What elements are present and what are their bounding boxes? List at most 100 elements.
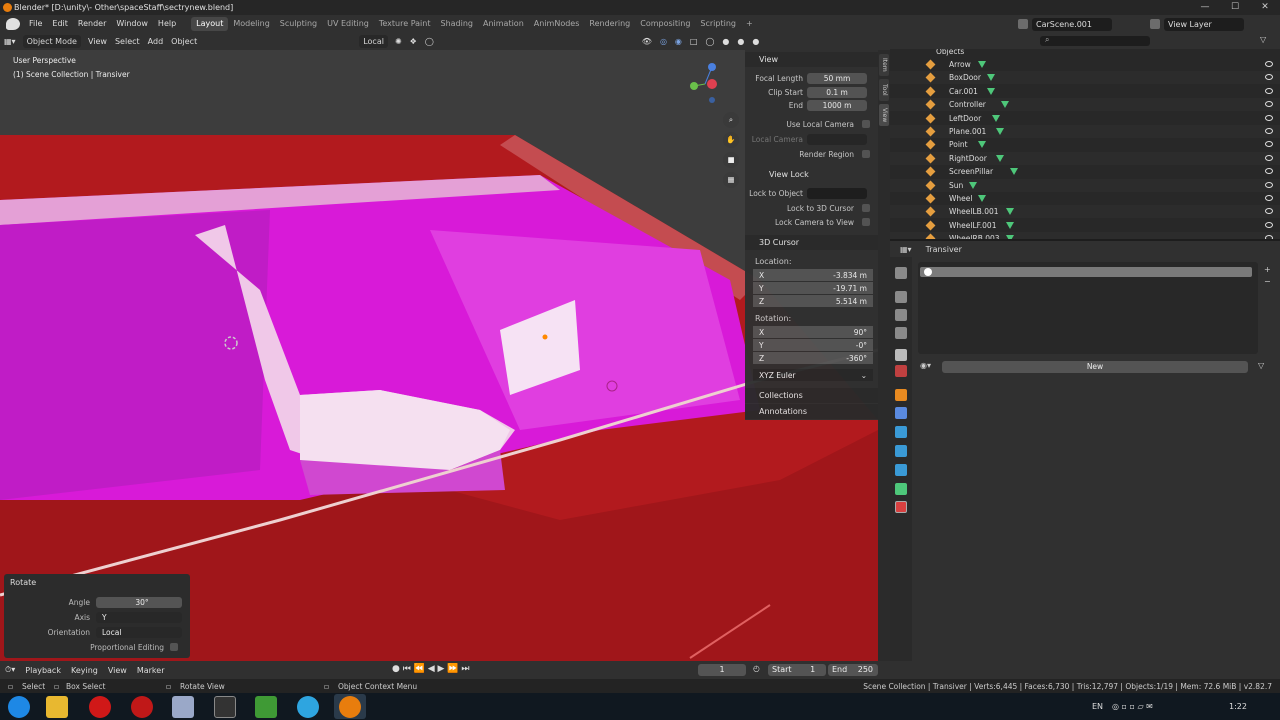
- end-frame-field[interactable]: End 250: [828, 664, 878, 676]
- current-frame-field[interactable]: 1: [698, 664, 746, 676]
- axis-dropdown[interactable]: Y: [96, 611, 182, 623]
- visibility-eye-icon[interactable]: [1265, 87, 1273, 94]
- material-tab-icon[interactable]: [895, 501, 907, 513]
- orientation-dropdown[interactable]: Local: [359, 35, 388, 48]
- outliner-item[interactable]: WheelLF.001: [890, 219, 1280, 232]
- local-camera-field[interactable]: [807, 133, 867, 145]
- clock[interactable]: 1:22: [1229, 702, 1247, 711]
- shading-solid-icon[interactable]: ●: [718, 35, 733, 49]
- editor-type-icon[interactable]: ▦▾: [0, 35, 20, 49]
- filter-icon[interactable]: ▽: [1258, 361, 1264, 370]
- material-slot[interactable]: [920, 267, 1252, 277]
- outliner-item[interactable]: Controller: [890, 98, 1280, 112]
- use-local-camera-checkbox[interactable]: [862, 120, 870, 128]
- orientation-field[interactable]: Local: [96, 626, 182, 638]
- outliner-item[interactable]: WheelRB.003: [890, 232, 1280, 239]
- zoom-icon[interactable]: ⌕: [723, 112, 739, 128]
- outliner-item[interactable]: Point: [890, 138, 1280, 151]
- document-icon[interactable]: [255, 696, 277, 718]
- browse-material-icon[interactable]: ◉▾: [920, 361, 938, 373]
- telegram-icon[interactable]: [297, 696, 319, 718]
- menu-edit[interactable]: Edit: [47, 15, 73, 33]
- start-frame-field[interactable]: Start 1: [768, 664, 826, 676]
- rotation-mode-dropdown[interactable]: XYZ Euler ⌄: [753, 369, 873, 381]
- constraints-tab-icon[interactable]: [895, 464, 907, 476]
- visibility-eye-icon[interactable]: [1265, 128, 1273, 134]
- outliner-item[interactable]: Car.001: [890, 85, 1280, 98]
- outliner-item[interactable]: Plane.001: [890, 125, 1280, 138]
- clapper-icon[interactable]: [214, 696, 236, 718]
- scene-tab-icon[interactable]: [895, 349, 907, 361]
- tool-tab-icon[interactable]: [895, 267, 907, 279]
- visibility-eye-icon[interactable]: [1265, 114, 1273, 121]
- properties-editor-icon[interactable]: ▦▾: [900, 245, 912, 254]
- cursor-location-x[interactable]: X -3.834 m: [753, 269, 873, 281]
- render-tab-icon[interactable]: [895, 291, 907, 303]
- ortho-toggle-icon[interactable]: ▦: [723, 172, 739, 188]
- tab-view[interactable]: View: [879, 104, 889, 126]
- visibility-eye-icon[interactable]: [1265, 221, 1273, 228]
- view-object-types-icon[interactable]: 👁: [638, 35, 656, 49]
- view-layer-field[interactable]: View Layer: [1164, 17, 1244, 31]
- opera-gx-icon[interactable]: [131, 696, 153, 718]
- camera-view-icon[interactable]: ■: [723, 152, 739, 168]
- outliner-search-input[interactable]: [1040, 36, 1150, 46]
- scene-name-field[interactable]: CarScene.001: [1032, 17, 1112, 31]
- data-tab-icon[interactable]: [895, 483, 907, 495]
- viewport-menu-select[interactable]: Select: [111, 35, 144, 49]
- viewport-menu-object[interactable]: Object: [167, 35, 201, 49]
- maximize-icon[interactable]: ☐: [1220, 0, 1250, 15]
- add-slot-icon[interactable]: +: [1264, 265, 1271, 274]
- lock-to-cursor-checkbox[interactable]: [862, 204, 870, 212]
- language-indicator[interactable]: EN: [1092, 702, 1103, 711]
- object-tab-icon[interactable]: [895, 389, 907, 401]
- cursor-location-y[interactable]: Y -19.71 m: [753, 282, 873, 294]
- viewport-menu-view[interactable]: View: [84, 35, 111, 49]
- tab-layout[interactable]: Layout: [191, 17, 229, 31]
- cursor-location-z[interactable]: Z 5.514 m: [753, 295, 873, 307]
- tab-scripting[interactable]: Scripting: [695, 17, 741, 31]
- remove-slot-icon[interactable]: −: [1264, 277, 1271, 286]
- tab-modeling[interactable]: Modeling: [228, 17, 274, 31]
- tab-shading[interactable]: Shading: [435, 17, 478, 31]
- timeline-menu-view[interactable]: View: [103, 666, 132, 675]
- tab-compositing[interactable]: Compositing: [635, 17, 695, 31]
- collections-section-header[interactable]: Collections: [745, 388, 878, 403]
- tab-texture-paint[interactable]: Texture Paint: [374, 17, 436, 31]
- cursor-rotation-y[interactable]: Y -0°: [753, 339, 873, 351]
- view-layer-tab-icon[interactable]: [895, 327, 907, 339]
- menu-window[interactable]: Window: [111, 15, 153, 33]
- view-lock-header[interactable]: View Lock: [745, 167, 878, 182]
- visibility-eye-icon[interactable]: [1265, 141, 1273, 148]
- lock-to-object-field[interactable]: [807, 187, 867, 199]
- cursor-rotation-x[interactable]: X 90°: [753, 326, 873, 338]
- app-icon[interactable]: [172, 696, 194, 718]
- gizmo-icon[interactable]: ◎: [656, 35, 671, 49]
- minimize-icon[interactable]: —: [1190, 0, 1220, 15]
- viewport-menu-add[interactable]: Add: [144, 35, 168, 49]
- clip-end-field[interactable]: 1000 m: [807, 99, 867, 111]
- outliner-item[interactable]: LeftDoor: [890, 112, 1280, 125]
- outliner-item[interactable]: Arrow: [890, 58, 1280, 71]
- world-tab-icon[interactable]: [895, 365, 907, 377]
- timeline-menu-playback[interactable]: Playback: [20, 666, 66, 675]
- file-explorer-icon[interactable]: [46, 696, 68, 718]
- outliner-item[interactable]: Sun: [890, 178, 1280, 192]
- tab-tool[interactable]: Tool: [879, 79, 889, 101]
- visibility-eye-icon[interactable]: [1265, 208, 1273, 215]
- lock-camera-checkbox[interactable]: [862, 218, 870, 226]
- timeline-menu-keying[interactable]: Keying: [66, 666, 103, 675]
- add-workspace-icon[interactable]: +: [741, 17, 758, 31]
- physics-tab-icon[interactable]: [895, 445, 907, 457]
- outliner[interactable]: Objects Arrow BoxDoor Car.001 Controller Lef…: [890, 49, 1280, 239]
- visibility-eye-icon[interactable]: [1265, 235, 1273, 239]
- view-section-header[interactable]: View: [745, 52, 878, 67]
- render-region-checkbox[interactable]: [862, 150, 870, 158]
- output-tab-icon[interactable]: [895, 309, 907, 321]
- pan-hand-icon[interactable]: ✋: [723, 132, 739, 148]
- visibility-eye-icon[interactable]: [1265, 181, 1273, 188]
- tab-sculpting[interactable]: Sculpting: [275, 17, 322, 31]
- 3d-cursor-section-header[interactable]: 3D Cursor: [745, 235, 878, 250]
- clip-start-field[interactable]: 0.1 m: [807, 86, 867, 98]
- outliner-item[interactable]: Wheel: [890, 192, 1280, 205]
